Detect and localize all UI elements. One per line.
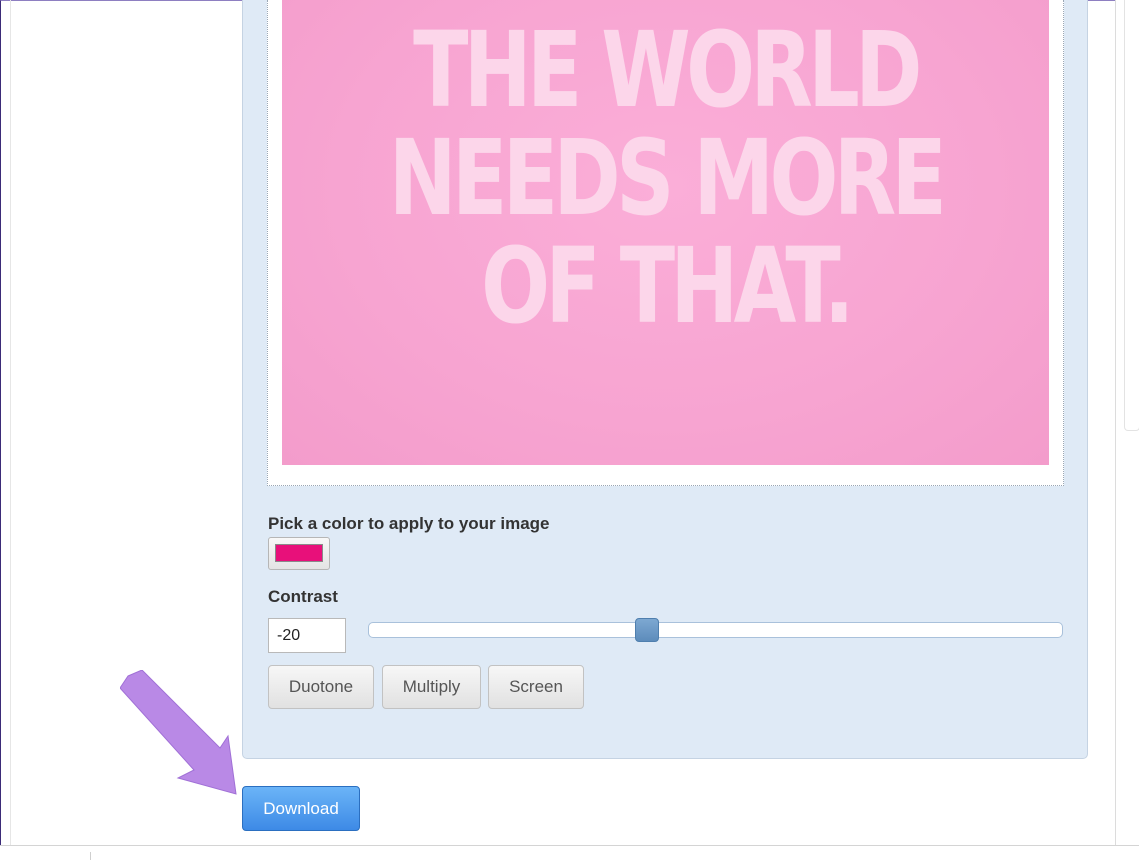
color-picker-button[interactable] xyxy=(268,537,330,570)
arrow-annotation-icon xyxy=(120,670,237,795)
quote-line: THE WORLD xyxy=(413,9,922,131)
bottom-bar xyxy=(0,845,1139,860)
quote-line: NEEDS MORE xyxy=(388,117,947,239)
quote-text: THE WORLD NEEDS MORE OF THAT. xyxy=(282,0,1049,465)
selected-color-swatch xyxy=(275,544,323,562)
screen-button[interactable]: Screen xyxy=(488,665,584,709)
contrast-input[interactable] xyxy=(268,618,346,653)
page-left-border xyxy=(10,0,11,859)
contrast-slider-track[interactable] xyxy=(368,622,1063,638)
contrast-label: Contrast xyxy=(268,587,338,606)
image-preview: THE WORLD NEEDS MORE OF THAT. xyxy=(282,0,1049,465)
contrast-slider-handle[interactable] xyxy=(635,618,659,642)
multiply-button[interactable]: Multiply xyxy=(382,665,481,709)
quote-line: OF THAT. xyxy=(481,225,854,347)
duotone-button[interactable]: Duotone xyxy=(268,665,374,709)
color-picker-label: Pick a color to apply to your image xyxy=(268,514,550,533)
scrollbar-thumb[interactable] xyxy=(1124,0,1139,431)
